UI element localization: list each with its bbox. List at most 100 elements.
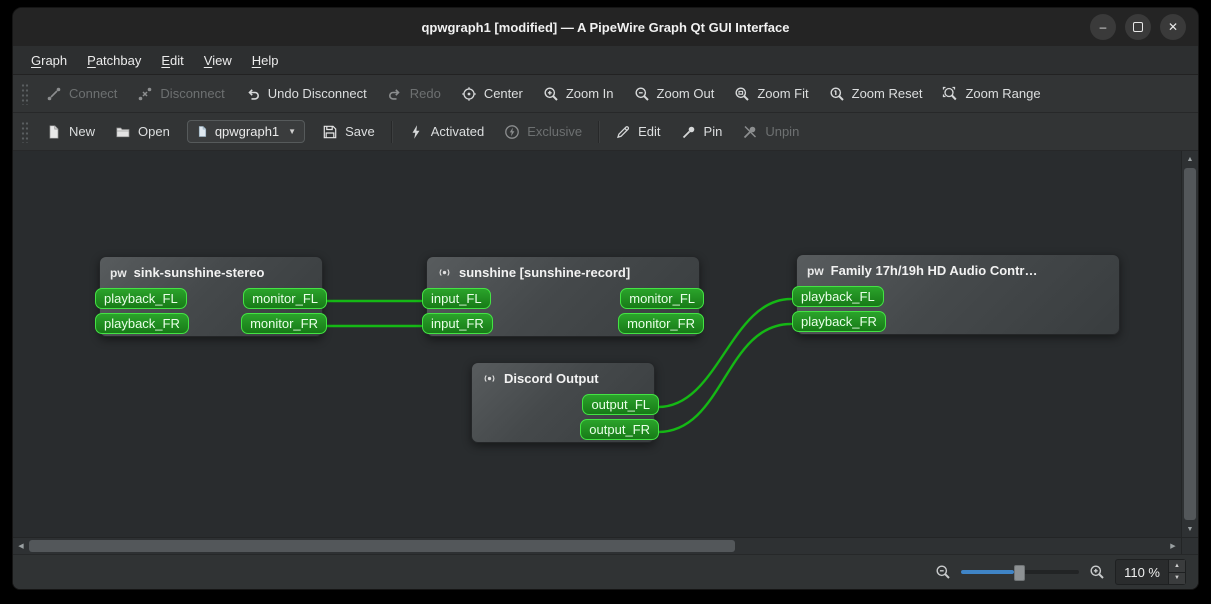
unpin-icon <box>744 125 757 138</box>
port-monitor-fl[interactable]: monitor_FL <box>620 288 704 309</box>
new-button[interactable]: New <box>37 119 104 145</box>
node-title-bar: pw Family 17h/19h HD Audio Contr… <box>797 255 1119 284</box>
save-button[interactable]: Save <box>313 119 384 145</box>
zoom-slider-fill <box>961 570 1015 574</box>
port-input-fr[interactable]: input_FR <box>422 313 493 334</box>
port-playback-fr[interactable]: playback_FR <box>792 311 886 332</box>
scrollbar-corner <box>1181 538 1198 554</box>
vertical-scroll-handle[interactable] <box>1184 168 1196 520</box>
statusbar: 110 % ▲ ▼ <box>13 554 1198 589</box>
graph-canvas[interactable]: pw sink-sunshine-stereo playback_FL moni… <box>13 151 1181 537</box>
connection-wires <box>324 297 793 434</box>
node-title: Discord Output <box>504 371 599 386</box>
exclusive-icon <box>505 124 520 139</box>
open-button[interactable]: Open <box>106 119 179 145</box>
node-discord-output[interactable]: Discord Output output_FL output_FR <box>471 362 659 443</box>
port-monitor-fr[interactable]: monitor_FR <box>241 313 327 334</box>
zoom-range-button[interactable]: Zoom Range <box>933 81 1049 107</box>
menubar: Graph Patchbay Edit View Help <box>13 46 1198 75</box>
port-output-fr[interactable]: output_FR <box>580 419 659 440</box>
zoom-fit-icon <box>735 87 750 101</box>
menu-help[interactable]: Help <box>242 46 289 74</box>
spin-down-button[interactable]: ▼ <box>1169 572 1185 584</box>
port-output-fl[interactable]: output_FL <box>582 394 659 415</box>
center-icon <box>462 86 476 101</box>
zoom-slider[interactable] <box>961 563 1080 581</box>
zoom-fit-button[interactable]: Zoom Fit <box>725 81 817 107</box>
scroll-up-arrow[interactable]: ▲ <box>1182 151 1198 167</box>
redo-button[interactable]: Redo <box>378 81 450 107</box>
port-monitor-fl[interactable]: monitor_FL <box>243 288 327 309</box>
redo-icon <box>388 88 400 100</box>
port-playback-fl[interactable]: playback_FL <box>95 288 187 309</box>
titlebar[interactable]: qpwgraph1 [modified] — A PipeWire Graph … <box>13 8 1198 46</box>
pin-icon <box>682 126 694 138</box>
disconnect-icon <box>139 87 152 100</box>
session-combo[interactable]: qpwgraph1 ▼ <box>186 120 306 143</box>
port-input-fl[interactable]: input_FL <box>422 288 491 309</box>
menu-graph[interactable]: Graph <box>21 46 77 74</box>
close-icon: ✕ <box>1167 20 1179 34</box>
minimize-button[interactable]: – <box>1090 14 1116 40</box>
zoom-range-icon <box>943 86 957 100</box>
node-title-bar: Discord Output <box>472 363 654 392</box>
pin-button[interactable]: Pin <box>672 119 732 145</box>
node-title: sunshine [sunshine-record] <box>459 265 631 280</box>
zoom-reset-button[interactable]: Zoom Reset <box>820 81 932 107</box>
record-icon <box>439 269 450 276</box>
menu-edit[interactable]: Edit <box>151 46 193 74</box>
activated-button[interactable]: Activated <box>399 119 493 145</box>
window-title: qpwgraph1 [modified] — A PipeWire Graph … <box>421 19 790 35</box>
port-monitor-fr[interactable]: monitor_FR <box>618 313 704 334</box>
unpin-button[interactable]: Unpin <box>733 119 808 145</box>
edit-pencil-icon <box>617 125 630 138</box>
vertical-scrollbar: ▲ ▼ <box>1181 151 1198 537</box>
zoom-value[interactable]: 110 % <box>1116 560 1168 584</box>
close-button[interactable]: ✕ <box>1160 14 1186 40</box>
spin-up-button[interactable]: ▲ <box>1169 560 1185 573</box>
center-button[interactable]: Center <box>452 81 532 107</box>
window-controls: – ✕ <box>1090 14 1186 40</box>
disconnect-button[interactable]: Disconnect <box>128 81 233 107</box>
menu-view[interactable]: View <box>194 46 242 74</box>
undo-disconnect-button[interactable]: Undo Disconnect <box>236 81 376 107</box>
record-icon <box>484 375 495 382</box>
edit-button[interactable]: Edit <box>606 119 669 145</box>
scroll-right-arrow[interactable]: ▶ <box>1165 538 1181 554</box>
port-playback-fl[interactable]: playback_FL <box>792 286 884 307</box>
pipewire-icon: pw <box>807 263 824 278</box>
graph-toolbar: Connect Disconnect Undo Disconnect Redo … <box>13 75 1198 113</box>
node-title-bar: sunshine [sunshine-record] <box>427 257 699 286</box>
toolbar-drag-handle[interactable] <box>21 120 28 143</box>
node-sunshine-record[interactable]: sunshine [sunshine-record] input_FL moni… <box>422 256 704 337</box>
node-sink-sunshine-stereo[interactable]: pw sink-sunshine-stereo playback_FL moni… <box>95 256 327 337</box>
chevron-down-icon: ▼ <box>288 127 297 136</box>
zoom-out-icon <box>635 87 649 101</box>
minimize-icon: – <box>1099 20 1107 34</box>
horizontal-scroll-track[interactable] <box>29 538 1165 554</box>
toolbar-drag-handle[interactable] <box>21 82 28 105</box>
zoom-out-button[interactable]: Zoom Out <box>625 81 724 107</box>
port-playback-fr[interactable]: playback_FR <box>95 313 189 334</box>
zoom-slider-thumb[interactable] <box>1014 565 1026 581</box>
node-family-hd-audio[interactable]: pw Family 17h/19h HD Audio Contr… playba… <box>792 254 1120 335</box>
zoom-spinbox[interactable]: 110 % ▲ ▼ <box>1115 559 1186 585</box>
scroll-left-arrow[interactable]: ◀ <box>13 538 29 554</box>
exclusive-button[interactable]: Exclusive <box>495 119 591 145</box>
patchbay-file-icon <box>198 126 206 137</box>
scroll-down-arrow[interactable]: ▼ <box>1182 521 1198 537</box>
app-window: qpwgraph1 [modified] — A PipeWire Graph … <box>12 7 1199 590</box>
maximize-icon <box>1133 22 1143 32</box>
zoom-in-button[interactable]: Zoom In <box>534 81 623 107</box>
node-title: Family 17h/19h HD Audio Contr… <box>830 263 1038 278</box>
save-icon <box>323 125 337 138</box>
zoom-in-icon <box>544 87 558 101</box>
connection-wire[interactable] <box>656 322 793 434</box>
menu-patchbay[interactable]: Patchbay <box>77 46 151 74</box>
toolbar-separator <box>390 120 392 143</box>
connect-button[interactable]: Connect <box>37 81 126 107</box>
maximize-button[interactable] <box>1125 14 1151 40</box>
horizontal-scroll-handle[interactable] <box>29 540 735 552</box>
open-folder-icon <box>116 127 130 137</box>
node-title: sink-sunshine-stereo <box>133 265 265 280</box>
